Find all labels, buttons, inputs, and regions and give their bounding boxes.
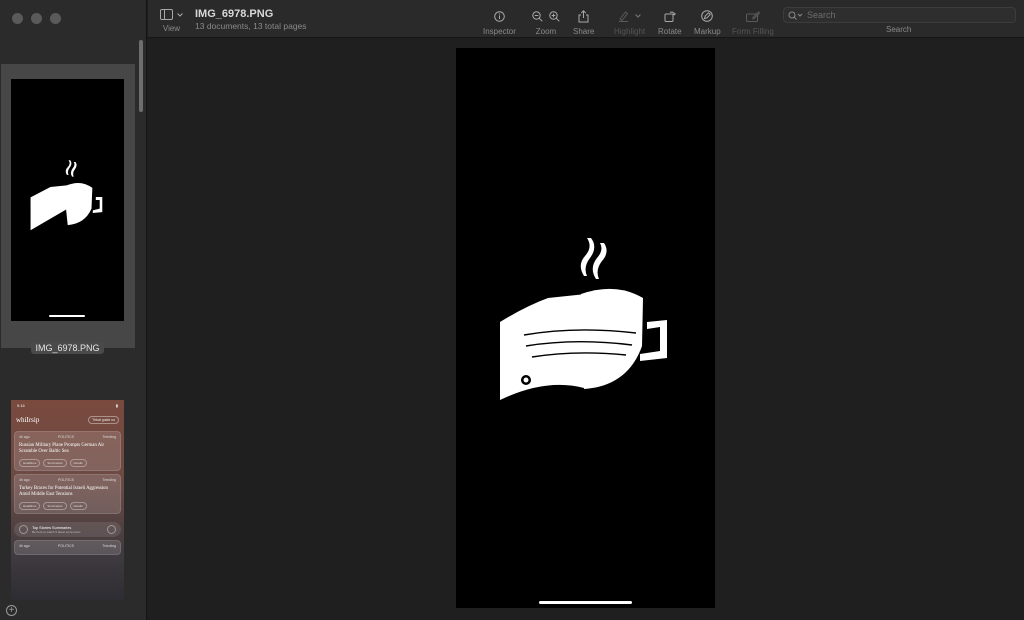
form-filling-icon [745,10,760,22]
summary-avatar [107,525,116,534]
search-field[interactable] [783,7,1016,23]
document-canvas[interactable] [148,39,1024,620]
search-input[interactable] [807,10,987,20]
markup-pen-icon [701,10,714,22]
news-title: Russian Military Plane Prompts German Ai… [19,443,105,454]
share-button[interactable]: Share [573,9,594,36]
news-card: 4h ago POLITICS Trending Russian Militar… [14,431,121,471]
chevron-down-icon[interactable] [635,14,641,18]
chevron-down-icon [177,12,183,17]
app-header: whiIrsip Tribal guide us [11,408,124,428]
zoom-button[interactable]: Zoom [532,9,560,36]
inspector-button[interactable]: Inspector [483,9,516,36]
search-icon [788,11,803,20]
highlight-button[interactable]: Highlight [614,9,645,36]
window-controls [12,13,61,24]
search-label: Search [886,25,912,34]
news-card: 4h ago POLITICS Trending [14,540,121,555]
thumbnail-page-1[interactable] [11,79,124,321]
status-bar: 9:16 ▮ [17,403,118,408]
home-indicator [539,601,632,604]
window-title: IMG_6978.PNG [195,8,274,20]
rotate-button[interactable]: Rotate [658,9,682,36]
news-card: 4h ago POLITICS Trending Turkey Braces f… [14,474,121,514]
zoom-out-icon[interactable] [532,10,543,22]
view-button[interactable]: View [160,9,183,33]
document-title: IMG_6978.PNG 13 documents, 13 total page… [195,8,307,31]
window-subtitle: 13 documents, 13 total pages [195,21,307,31]
thumbnail-label: IMG_6978.PNG [0,338,135,356]
minimize-window-button[interactable] [31,13,42,24]
app-logo: whiIrsip [16,416,40,424]
header-pill: Tribal guide us [88,416,119,424]
coffee-cup-logo-icon [500,238,667,400]
info-icon [494,10,505,22]
add-page-icon[interactable]: + [6,605,17,616]
sidebar-toggle-icon [160,9,173,20]
close-window-button[interactable] [12,13,23,24]
zoom-in-icon[interactable] [549,10,560,22]
form-filling-button[interactable]: Form Filling [732,9,774,36]
markup-button[interactable]: Markup [694,9,721,36]
document-page [456,48,715,608]
home-indicator-thumbnail [49,315,85,317]
rotate-icon [664,11,676,22]
summary-icon [19,525,28,534]
highlighter-icon [619,11,629,22]
sidebar: IMG_6978.PNG 9:16 ▮ whiIrsip Tribal guid… [0,0,147,620]
thumbnail-list[interactable]: IMG_6978.PNG 9:16 ▮ whiIrsip Tribal guid… [0,38,147,600]
zoom-window-button[interactable] [50,13,61,24]
toolbar: View IMG_6978.PNG 13 documents, 13 total… [148,0,1024,38]
sidebar-scrollbar[interactable] [139,40,143,112]
share-icon [578,9,589,22]
coffee-cup-logo-thumbnail-icon [30,160,103,231]
summary-card: Top Stories Summaries Be here to watch 5… [14,522,121,537]
thumbnail-page-2[interactable]: 9:16 ▮ whiIrsip Tribal guide us 4h ago P… [11,400,124,600]
news-title: Turkey Braces for Potential Israeli Aggr… [19,486,108,497]
